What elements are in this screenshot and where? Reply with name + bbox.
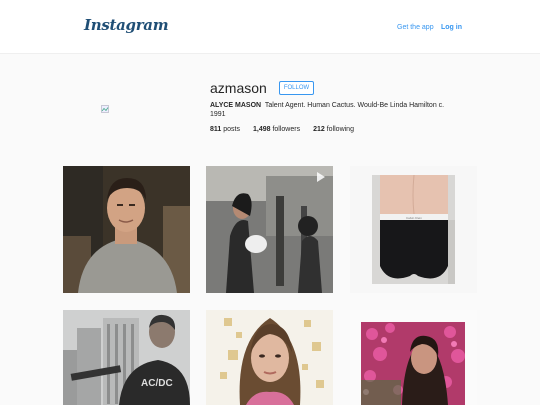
posts-stat[interactable]: 811 posts bbox=[210, 126, 240, 133]
post-image-gym bbox=[206, 166, 333, 293]
post-thumbnail-1[interactable] bbox=[63, 166, 190, 293]
followers-stat[interactable]: 1,498 followers bbox=[253, 126, 300, 133]
profile-full-name: ALYCE MASON bbox=[210, 102, 262, 109]
get-app-link[interactable]: Get the app bbox=[397, 24, 434, 31]
shirt-print-text: AC/DC bbox=[141, 378, 173, 389]
login-link[interactable]: Log in bbox=[441, 24, 462, 31]
watermark-text: Calvin Klein bbox=[406, 216, 422, 220]
following-label: following bbox=[326, 126, 354, 133]
following-count: 212 bbox=[313, 126, 325, 133]
following-stat[interactable]: 212 following bbox=[313, 126, 354, 133]
profile-bio: ALYCE MASON Talent Agent. Human Cactus. … bbox=[210, 101, 460, 119]
posts-count: 811 bbox=[210, 126, 222, 133]
followers-label: followers bbox=[272, 126, 301, 133]
top-header: Instagram Get the app Log in bbox=[0, 0, 540, 54]
profile-stats: 811 posts 1,498 followers 212 following bbox=[210, 126, 354, 133]
post-image-man-portrait bbox=[63, 166, 190, 293]
posts-label: posts bbox=[223, 126, 240, 133]
follow-button[interactable]: FOLLOW bbox=[279, 81, 314, 95]
broken-image-icon bbox=[101, 105, 109, 113]
avatar bbox=[101, 100, 109, 113]
profile-username: azmason bbox=[210, 80, 267, 96]
post-thumbnail-2[interactable] bbox=[206, 166, 333, 293]
post-thumbnail-3[interactable]: Calvin Klein bbox=[350, 166, 477, 293]
post-image-woman-portrait bbox=[206, 310, 333, 405]
post-image-fashion: Calvin Klein bbox=[350, 166, 477, 293]
post-image-city-selfie: AC/DC bbox=[63, 310, 190, 405]
post-image-flowers bbox=[350, 310, 477, 405]
instagram-logo[interactable]: Instagram bbox=[84, 16, 169, 34]
post-thumbnail-6[interactable] bbox=[350, 310, 477, 405]
post-thumbnail-5[interactable] bbox=[206, 310, 333, 405]
followers-count: 1,498 bbox=[252, 126, 271, 133]
post-thumbnail-4[interactable]: AC/DC bbox=[63, 310, 190, 405]
